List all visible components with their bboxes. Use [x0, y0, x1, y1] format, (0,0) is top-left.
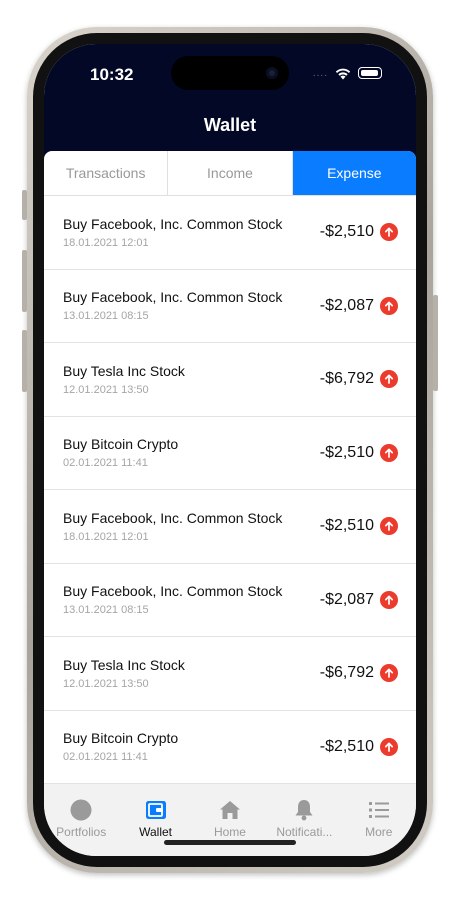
tab-bar: Portfolios Wallet Home Notificati... Mor… — [44, 784, 416, 856]
transaction-date: 12.01.2021 13:50 — [63, 677, 149, 690]
camera-icon — [266, 67, 278, 79]
volume-down-button — [22, 330, 27, 392]
status-icons: .... — [313, 66, 382, 80]
transaction-amount: -$2,510 — [319, 517, 374, 535]
list-item[interactable]: Buy Facebook, Inc. Common Stock 13.01.202… — [44, 564, 416, 637]
segmented-control: Transactions Income Expense — [44, 151, 416, 196]
transaction-date: 13.01.2021 08:15 — [63, 310, 149, 323]
transaction-title: Buy Facebook, Inc. Common Stock — [63, 289, 283, 306]
transaction-amount: -$2,087 — [319, 590, 374, 608]
transaction-date: 18.01.2021 12:01 — [63, 236, 149, 249]
list-icon — [367, 798, 391, 822]
transaction-amount: -$2,510 — [319, 443, 374, 461]
bell-icon — [292, 798, 316, 822]
tab-home[interactable]: Home — [193, 798, 267, 856]
tab-label: Notificati... — [276, 825, 333, 839]
list-item[interactable]: Buy Facebook, Inc. Common Stock 18.01.202… — [44, 196, 416, 270]
tab-label: Home — [213, 825, 246, 839]
list-item[interactable]: Buy Bitcoin Crypto 02.01.2021 11:41 -$2,5… — [44, 417, 416, 490]
segment-transactions[interactable]: Transactions — [44, 151, 169, 195]
list-item[interactable]: Buy Bitcoin Crypto 02.01.2021 11:41 -$2,5… — [44, 711, 416, 784]
transaction-title: Buy Bitcoin Crypto — [63, 730, 179, 747]
transaction-date: 18.01.2021 12:01 — [63, 530, 149, 543]
tab-label: Wallet — [139, 825, 173, 839]
screen: 10:32 .... Wallet Transactions Income Ex… — [44, 44, 416, 856]
transaction-title: Buy Tesla Inc Stock — [63, 656, 185, 673]
transaction-list[interactable]: Buy Facebook, Inc. Common Stock 18.01.202… — [44, 196, 416, 784]
arrow-up-icon — [380, 370, 398, 389]
transaction-amount: -$6,792 — [319, 370, 374, 388]
arrow-up-icon — [380, 517, 398, 536]
transaction-date: 02.01.2021 11:41 — [63, 751, 148, 764]
tab-label: Portfolios — [56, 825, 107, 839]
list-item[interactable]: Buy Facebook, Inc. Common Stock 13.01.202… — [44, 270, 416, 343]
transaction-date: 12.01.2021 13:50 — [63, 383, 149, 396]
segment-label: Expense — [327, 165, 382, 181]
status-time: 10:32 — [90, 65, 134, 84]
transaction-date: 02.01.2021 11:41 — [63, 457, 148, 470]
signal-icon: .... — [312, 67, 328, 79]
arrow-up-icon — [380, 737, 398, 756]
list-item[interactable]: Buy Tesla Inc Stock 12.01.2021 13:50 -$6,… — [44, 637, 416, 711]
power-button — [433, 295, 438, 391]
tab-more[interactable]: More — [342, 798, 416, 856]
action-button — [22, 190, 27, 220]
segment-income[interactable]: Income — [168, 151, 293, 195]
wifi-icon — [335, 68, 351, 80]
arrow-up-icon — [380, 664, 398, 683]
tab-portfolios[interactable]: Portfolios — [44, 798, 118, 856]
transaction-title: Buy Facebook, Inc. Common Stock — [63, 215, 283, 232]
transaction-title: Buy Tesla Inc Stock — [63, 362, 185, 379]
portfolio-circle-icon — [69, 798, 93, 822]
arrow-up-icon — [380, 296, 398, 315]
transaction-title: Buy Bitcoin Crypto — [63, 436, 179, 453]
transaction-amount: -$2,510 — [319, 737, 374, 755]
arrow-up-icon — [380, 443, 398, 462]
tab-label: More — [365, 825, 393, 839]
home-indicator — [164, 840, 296, 845]
arrow-up-icon — [380, 590, 398, 609]
segment-label: Transactions — [65, 165, 146, 181]
volume-up-button — [22, 250, 27, 312]
transaction-title: Buy Facebook, Inc. Common Stock — [63, 509, 283, 526]
transaction-amount: -$2,510 — [319, 223, 374, 241]
transaction-amount: -$6,792 — [319, 664, 374, 682]
battery-icon — [358, 67, 382, 79]
transaction-amount: -$2,087 — [319, 296, 374, 314]
transaction-date: 13.01.2021 08:15 — [63, 604, 149, 617]
segment-expense[interactable]: Expense — [292, 151, 416, 195]
list-item[interactable]: Buy Tesla Inc Stock 12.01.2021 13:50 -$6,… — [44, 343, 416, 417]
home-icon — [218, 798, 242, 822]
arrow-up-icon — [380, 223, 398, 242]
tab-wallet[interactable]: Wallet — [119, 798, 193, 856]
segment-label: Income — [207, 165, 253, 181]
list-item[interactable]: Buy Facebook, Inc. Common Stock 18.01.202… — [44, 490, 416, 564]
tab-notifications[interactable]: Notificati... — [267, 798, 341, 856]
wallet-icon — [144, 798, 168, 822]
page-title: Wallet — [203, 115, 257, 135]
transaction-title: Buy Facebook, Inc. Common Stock — [63, 583, 283, 600]
